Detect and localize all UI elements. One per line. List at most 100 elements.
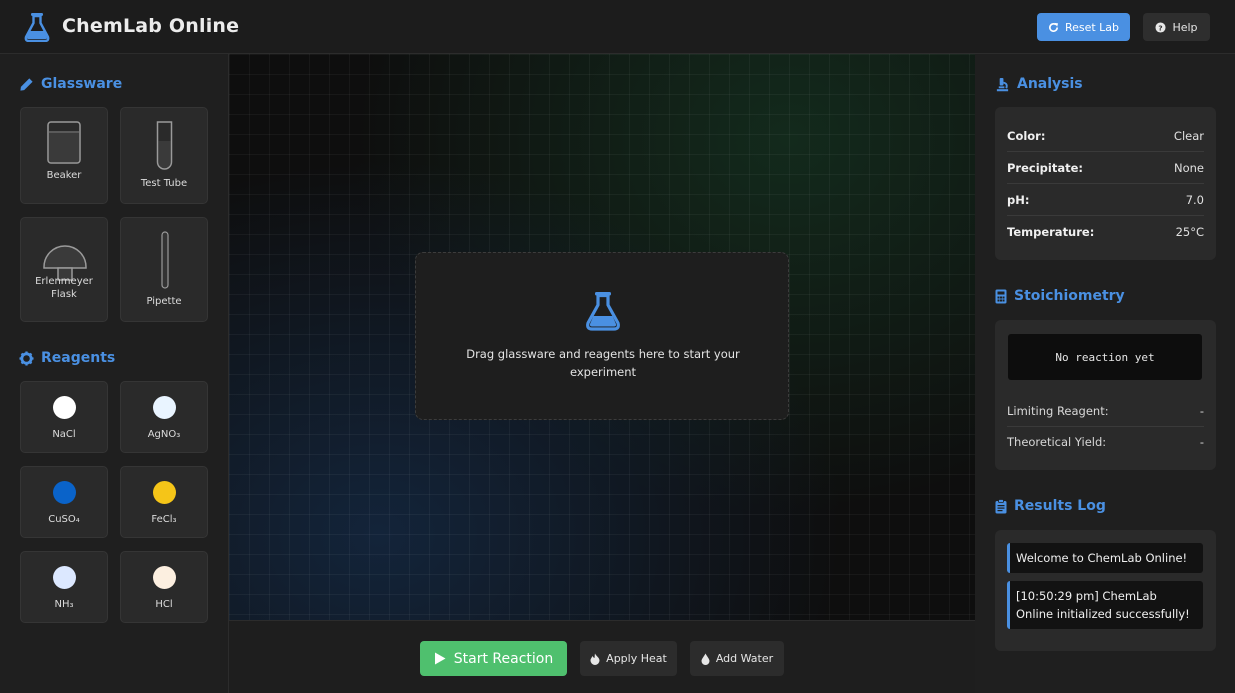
microscope-icon	[996, 77, 1009, 91]
glassware-label: Test Tube	[140, 178, 188, 189]
reset-lab-label: Reset Lab	[1064, 20, 1120, 34]
add-water-button[interactable]: Add Water	[690, 641, 784, 676]
reagent-color-swatch	[153, 566, 176, 589]
erlenmeyer-flask-icon	[43, 245, 87, 281]
glassware-label: Beaker	[46, 170, 82, 181]
glassware-item-beaker[interactable]: Beaker	[20, 107, 108, 204]
reagent-item-cuso4[interactable]: CuSO₄	[20, 466, 108, 538]
analysis-key: Precipitate:	[1007, 161, 1083, 175]
results-log-title: Results Log	[1014, 498, 1106, 514]
analysis-value: 25°C	[1175, 225, 1204, 239]
redo-icon	[1049, 22, 1059, 32]
pipette-icon	[161, 231, 169, 289]
glassware-heading: Glassware	[19, 76, 122, 92]
start-reaction-button[interactable]: Start Reaction	[420, 641, 567, 676]
equation-display: No reaction yet	[1008, 334, 1202, 380]
reagent-color-swatch	[53, 396, 76, 419]
analysis-panel: Color: Clear Precipitate: None pH: 7.0 T…	[995, 107, 1216, 260]
analysis-value: None	[1173, 161, 1204, 175]
results-log-panel: Welcome to ChemLab Online! [10:50:29 pm]…	[995, 530, 1216, 651]
glassware-label: Erlenmeyer Flask	[35, 276, 93, 300]
glassware-title: Glassware	[41, 76, 123, 92]
svg-text:?: ?	[1159, 23, 1163, 32]
reagent-item-nh3[interactable]: NH₃	[20, 551, 108, 623]
divider	[1007, 183, 1204, 184]
glassware-label: Pipette	[146, 296, 182, 307]
glassware-item-pipette[interactable]: Pipette	[120, 217, 208, 322]
reagent-label: NH₃	[54, 599, 74, 610]
divider	[1007, 426, 1204, 427]
reagent-color-swatch	[153, 481, 176, 504]
stoich-value: -	[1199, 435, 1204, 449]
beaker-icon	[47, 121, 81, 164]
analysis-key: Color:	[1007, 129, 1046, 143]
reagent-color-swatch	[153, 396, 176, 419]
play-icon	[434, 652, 446, 665]
glassware-item-test-tube[interactable]: Test Tube	[120, 107, 208, 204]
divider	[1007, 215, 1204, 216]
stoichiometry-heading: Stoichiometry	[995, 288, 1125, 304]
analysis-row-ph: pH: 7.0	[1007, 193, 1204, 207]
control-bar: Start Reaction Apply Heat Add Water	[229, 620, 975, 693]
analysis-key: pH:	[1007, 193, 1030, 207]
drop-zone-instructions: Drag glassware and reagents here to star…	[466, 347, 740, 379]
stoich-row-limiting-reagent: Limiting Reagent: -	[1007, 404, 1204, 418]
results-log-heading: Results Log	[995, 498, 1106, 514]
stoichiometry-title: Stoichiometry	[1014, 288, 1125, 304]
reagent-label: CuSO₄	[48, 514, 80, 525]
top-bar: ChemLab Online Reset Lab ? Help	[0, 0, 1235, 54]
apply-heat-label: Apply Heat	[606, 652, 667, 665]
analysis-value: Clear	[1173, 129, 1204, 143]
water-drop-icon	[701, 653, 710, 665]
analysis-value: 7.0	[1185, 193, 1204, 207]
calculator-icon	[995, 289, 1007, 303]
flask-icon	[586, 292, 620, 331]
stoich-row-theoretical-yield: Theoretical Yield: -	[1007, 435, 1204, 449]
analysis-row-precipitate: Precipitate: None	[1007, 161, 1204, 175]
help-label: Help	[1172, 20, 1198, 34]
app-title: ChemLab Online	[62, 15, 240, 37]
start-reaction-label: Start Reaction	[453, 650, 554, 667]
analysis-key: Temperature:	[1007, 225, 1095, 239]
reagent-label: HCl	[155, 599, 173, 610]
test-tube-icon	[156, 121, 173, 170]
drop-zone[interactable]: Drag glassware and reagents here to star…	[415, 252, 789, 420]
analysis-row-color: Color: Clear	[1007, 129, 1204, 143]
stoich-key: Theoretical Yield:	[1007, 435, 1107, 449]
reagent-label: AgNO₃	[147, 429, 181, 440]
analysis-heading: Analysis	[995, 76, 1083, 92]
reagent-item-hcl[interactable]: HCl	[120, 551, 208, 623]
question-circle-icon: ?	[1155, 21, 1166, 33]
reset-lab-button[interactable]: Reset Lab	[1037, 13, 1130, 41]
fire-icon	[590, 653, 600, 665]
reagent-item-nacl[interactable]: NaCl	[20, 381, 108, 453]
app-root: ChemLab Online Reset Lab ? Help Glasswar…	[0, 0, 1235, 693]
reagents-heading: Reagents	[19, 350, 115, 366]
reagent-label: NaCl	[52, 429, 76, 440]
log-entry: Welcome to ChemLab Online!	[1007, 543, 1203, 573]
add-water-label: Add Water	[715, 652, 774, 665]
stoich-key: Limiting Reagent:	[1007, 404, 1109, 418]
reagent-label: FeCl₃	[151, 514, 177, 525]
left-sidebar: Glassware Beaker Test Tube Erlenmeyer Fl…	[0, 54, 229, 693]
reagent-color-swatch	[53, 566, 76, 589]
analysis-title: Analysis	[1017, 76, 1083, 92]
stoichiometry-panel: No reaction yet Limiting Reagent: - Theo…	[995, 320, 1216, 470]
log-entry: [10:50:29 pm] ChemLab Online initialized…	[1007, 581, 1203, 629]
right-sidebar: Analysis Color: Clear Precipitate: None …	[975, 54, 1235, 693]
apply-heat-button[interactable]: Apply Heat	[580, 641, 677, 676]
reagents-title: Reagents	[41, 350, 116, 366]
workspace-canvas[interactable]: Drag glassware and reagents here to star…	[229, 54, 975, 620]
flask-icon	[24, 13, 50, 42]
help-button[interactable]: ? Help	[1143, 13, 1210, 41]
reagent-item-agno3[interactable]: AgNO₃	[120, 381, 208, 453]
analysis-row-temperature: Temperature: 25°C	[1007, 225, 1204, 239]
gear-icon	[19, 350, 34, 366]
divider	[1007, 151, 1204, 152]
reagent-item-fecl3[interactable]: FeCl₃	[120, 466, 208, 538]
pencil-icon	[20, 77, 33, 91]
glassware-item-erlenmeyer-flask[interactable]: Erlenmeyer Flask	[20, 217, 108, 322]
reagent-color-swatch	[53, 481, 76, 504]
stoich-value: -	[1199, 404, 1204, 418]
clipboard-icon	[995, 498, 1007, 513]
